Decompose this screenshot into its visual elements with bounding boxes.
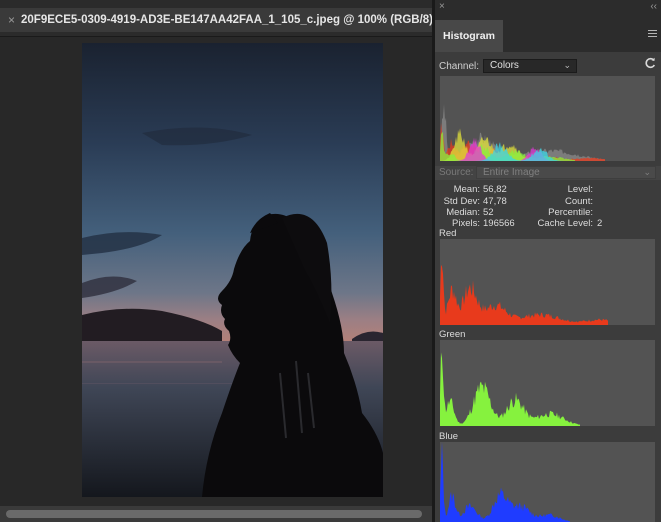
panel-header-strip: × ‹‹ xyxy=(435,0,661,16)
median-value: 52 xyxy=(483,207,494,218)
tab-histogram[interactable]: Histogram xyxy=(435,20,503,52)
document-image xyxy=(82,43,383,497)
pixels-value: 196566 xyxy=(483,218,515,229)
document-tab-bar: × 20F9ECE5-0309-4919-AD3E-BE147AA42FAA_1… xyxy=(0,0,451,37)
percentile-label: Percentile: xyxy=(548,207,593,218)
level-label: Level: xyxy=(567,184,593,195)
histogram-panel: × ‹‹ Histogram Channel: Colors ⌄ Source:… xyxy=(435,0,661,522)
close-panel-icon[interactable]: × xyxy=(439,1,445,12)
close-document-icon[interactable]: × xyxy=(8,13,15,27)
median-label: Median: xyxy=(446,207,480,218)
stddev-label: Std Dev: xyxy=(443,196,480,207)
channel-select-value: Colors xyxy=(490,60,519,71)
count-label: Count: xyxy=(565,196,593,207)
source-select[interactable]: Entire Image ⌄ xyxy=(476,166,656,179)
scrollbar-thumb[interactable] xyxy=(6,510,422,518)
horizontal-scrollbar[interactable] xyxy=(0,506,432,522)
green-channel-label: Green xyxy=(439,329,466,340)
channel-select[interactable]: Colors ⌄ xyxy=(483,59,578,73)
source-row: Source: Entire Image ⌄ xyxy=(435,166,661,180)
cache-level-value: 2 xyxy=(597,218,603,229)
source-label: Source: xyxy=(439,167,474,178)
blue-histogram xyxy=(440,442,655,522)
mean-label: Mean: xyxy=(453,184,480,195)
refresh-icon[interactable] xyxy=(644,57,656,72)
collapse-panel-icon[interactable]: ‹‹ xyxy=(650,1,657,12)
red-channel-label: Red xyxy=(439,228,457,239)
hamburger-menu-icon[interactable] xyxy=(648,26,657,40)
document-title: 20F9ECE5-0309-4919-AD3E-BE147AA42FAA_1_1… xyxy=(21,14,441,26)
blue-channel-label: Blue xyxy=(439,431,459,442)
panel-tab-bar: Histogram xyxy=(435,16,661,52)
green-histogram xyxy=(440,340,655,426)
channel-row: Channel: Colors ⌄ xyxy=(439,59,578,73)
document-tab[interactable]: × 20F9ECE5-0309-4919-AD3E-BE147AA42FAA_1… xyxy=(0,8,451,32)
colors-histogram xyxy=(440,76,655,161)
cache-level-label: Cache Level: xyxy=(537,218,593,229)
chevron-down-icon: ⌄ xyxy=(563,60,572,70)
stddev-value: 47,78 xyxy=(483,196,507,207)
mean-value: 56,82 xyxy=(483,184,507,195)
source-select-value: Entire Image xyxy=(483,167,540,178)
chevron-down-icon: ⌄ xyxy=(643,167,651,177)
red-histogram xyxy=(440,239,655,325)
channel-label: Channel: xyxy=(439,60,480,72)
